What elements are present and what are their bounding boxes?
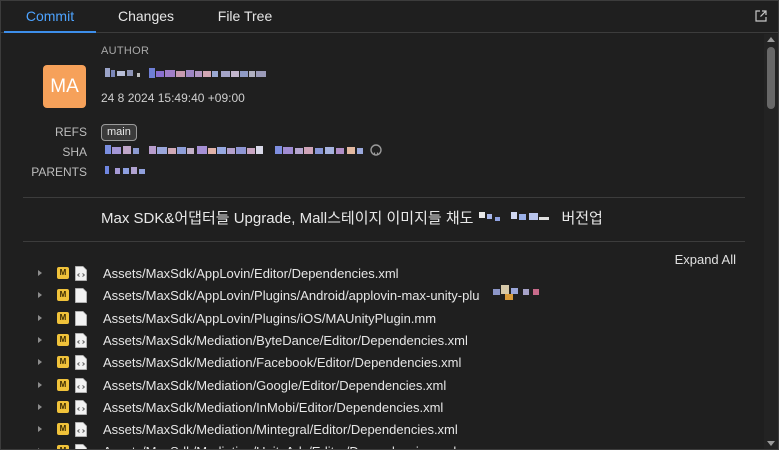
file-row[interactable]: M Assets/MaxSdk/AppLovin/Plugins/iOS/MAUn… [1,308,761,330]
tab-commit[interactable]: Commit [4,1,96,33]
tab-file-tree[interactable]: File Tree [206,1,284,32]
file-path: Assets/MaxSdk/Mediation/Google/Editor/De… [103,378,447,393]
xml-file-icon [75,333,87,348]
commit-message-text-start: Max SDK&어댑터들 Upgrade, Mall스테이지 이미지들 채도 [101,210,474,227]
xml-file-icon [75,378,87,393]
file-row[interactable]: M Assets/MaxSdk/Mediation/InMobi/Editor/D… [1,397,761,419]
sha-label: SHA [62,145,87,159]
xml-file-icon [75,266,87,281]
modified-badge: M [57,356,69,368]
xml-file-icon [75,444,87,449]
file-row[interactable]: M Assets/MaxSdk/Mediation/Mintegral/Edito… [1,419,761,441]
redacted-file-suffix [491,285,543,301]
ref-badge-main[interactable]: main [101,124,137,141]
modified-badge: M [57,423,69,435]
file-path: Assets/MaxSdk/Mediation/InMobi/Editor/De… [103,400,444,415]
file-path: Assets/MaxSdk/Mediation/ByteDance/Editor… [103,333,468,348]
parents-label: PARENTS [31,165,87,179]
modified-badge: M [57,312,69,324]
file-path: Assets/MaxSdk/AppLovin/Plugins/Android/a… [103,288,480,303]
expand-chevron-icon[interactable] [38,315,42,321]
file-row[interactable]: M Assets/MaxSdk/Mediation/Google/Editor/D… [1,375,761,397]
redacted-parent-sha [105,166,145,174]
file-path: Assets/MaxSdk/Mediation/Mintegral/Editor… [103,422,458,437]
redacted-author-name [105,68,266,78]
expand-chevron-icon[interactable] [38,270,42,276]
file-row[interactable]: M Assets/MaxSdk/AppLovin/Editor/Dependenc… [1,263,761,285]
expand-chevron-icon[interactable] [38,404,42,410]
redacted-message-part [473,208,562,226]
refs-label: REFS [54,125,87,139]
modified-badge: M [57,267,69,279]
xml-file-icon [75,400,87,415]
divider [23,241,745,242]
modified-badge: M [57,379,69,391]
expand-chevron-icon[interactable] [38,426,42,432]
generic-file-icon [75,311,87,326]
file-row[interactable]: M Assets/MaxSdk/Mediation/Facebook/Editor… [1,352,761,374]
author-avatar: MA [43,65,86,108]
modified-badge: M [57,401,69,413]
commit-details-panel: Commit Changes File Tree AUTHOR MA 24 8 … [0,0,779,450]
modified-badge: M [57,289,69,301]
commit-message: Max SDK&어댑터들 Upgrade, Mall스테이지 이미지들 채도 버… [101,207,603,228]
commit-date: 24 8 2024 15:49:40 +09:00 [101,91,245,105]
file-path: Assets/MaxSdk/Mediation/Facebook/Editor/… [103,355,462,370]
github-icon[interactable] [370,144,382,156]
tab-changes[interactable]: Changes [101,1,191,32]
tab-bar: Commit Changes File Tree [1,1,778,33]
file-path: Assets/MaxSdk/AppLovin/Plugins/iOS/MAUni… [103,311,437,326]
file-row[interactable]: M Assets/MaxSdk/AppLovin/Plugins/Android/… [1,285,761,307]
scroll-up-arrow-icon[interactable] [767,37,775,42]
scroll-down-arrow-icon[interactable] [767,441,775,446]
generic-file-icon [75,288,87,303]
file-path: Assets/MaxSdk/Mediation/UnityAds/Editor/… [103,444,456,449]
scrollbar-thumb[interactable] [767,47,775,109]
modified-badge: M [57,334,69,346]
file-row[interactable]: M Assets/MaxSdk/Mediation/UnityAds/Editor… [1,441,761,449]
file-path: Assets/MaxSdk/AppLovin/Editor/Dependenci… [103,266,399,281]
open-external-icon[interactable] [754,9,768,23]
author-label: AUTHOR [101,45,150,57]
expand-chevron-icon[interactable] [38,292,42,298]
file-row[interactable]: M Assets/MaxSdk/Mediation/ByteDance/Edito… [1,330,761,352]
modified-badge: M [57,445,69,449]
expand-chevron-icon[interactable] [38,359,42,365]
xml-file-icon [75,422,87,437]
expand-chevron-icon[interactable] [38,337,42,343]
commit-message-text-end: 버전업 [561,210,603,227]
divider [23,197,745,198]
redacted-sha [105,145,363,154]
expand-chevron-icon[interactable] [38,382,42,388]
xml-file-icon [75,355,87,370]
